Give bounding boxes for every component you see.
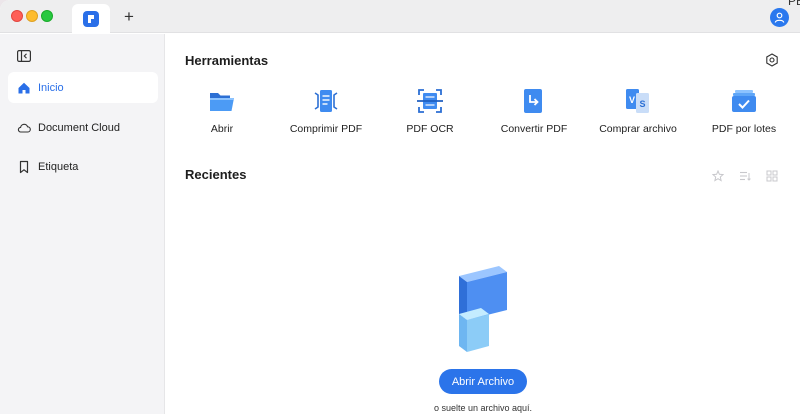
- tool-pdf-ocr[interactable]: PDF OCR: [375, 86, 485, 138]
- tools-title: Herramientas: [185, 53, 269, 68]
- sidebar-item-label: Document Cloud: [38, 121, 120, 134]
- main-content: Herramientas Abrir Comprimir PDF PDF OCR…: [166, 34, 800, 414]
- recents-title: Recientes: [185, 167, 247, 182]
- close-window-button[interactable]: [11, 10, 23, 22]
- tool-pdf-por-lotes[interactable]: PDF por lotes: [689, 86, 799, 138]
- tool-label: Comprimir PDF: [289, 123, 363, 135]
- app-window: + PE Inicio Docume: [0, 0, 800, 414]
- tool-label: PDF por lotes: [711, 123, 777, 135]
- tool-convertir-pdf[interactable]: Convertir PDF: [479, 86, 589, 138]
- tool-comprimir-pdf[interactable]: Comprimir PDF: [271, 86, 381, 138]
- bookmark-icon: [17, 160, 31, 174]
- folder-open-icon: [210, 93, 234, 111]
- tool-label: Convertir PDF: [500, 123, 568, 135]
- drop-hint-text: o suelte un archivo aquí.: [433, 403, 533, 413]
- grid-view-icon[interactable]: [766, 169, 778, 182]
- open-file-button[interactable]: Abrir Archivo: [439, 369, 527, 394]
- ocr-scan-icon: [417, 89, 443, 113]
- tool-label: Abrir: [210, 123, 234, 135]
- sidebar-item-etiqueta[interactable]: Etiqueta: [8, 151, 158, 182]
- svg-text:S: S: [640, 99, 646, 109]
- svg-text:V: V: [629, 95, 635, 105]
- title-bar: + PE: [0, 0, 800, 33]
- sidebar-item-inicio[interactable]: Inicio: [8, 72, 158, 103]
- convert-pdf-icon: [524, 89, 542, 113]
- user-account-icon[interactable]: [770, 8, 789, 27]
- batch-pdf-icon: [732, 90, 756, 112]
- app-logo-icon: [83, 10, 99, 27]
- minimize-window-button[interactable]: [26, 10, 38, 22]
- empty-recents-illustration: [459, 266, 507, 352]
- sort-list-icon[interactable]: [739, 169, 751, 181]
- new-tab-button[interactable]: +: [120, 7, 138, 27]
- compare-files-icon: V S: [626, 89, 649, 113]
- sidebar-item-label: Inicio: [38, 81, 64, 94]
- home-icon: [17, 81, 31, 95]
- tool-abrir[interactable]: Abrir: [167, 86, 277, 138]
- sidebar-toggle-icon[interactable]: [17, 49, 32, 63]
- star-filter-icon[interactable]: [711, 169, 725, 182]
- zoom-window-button[interactable]: [41, 10, 53, 22]
- tool-comprar-archivo[interactable]: V S Comprar archivo: [583, 86, 693, 138]
- cloud-icon: [17, 121, 31, 135]
- sidebar-item-document-cloud[interactable]: Document Cloud: [8, 112, 158, 143]
- tool-label: Comprar archivo: [599, 123, 677, 135]
- compress-pdf-icon: [314, 90, 338, 112]
- settings-icon[interactable]: [765, 53, 779, 67]
- corner-text: PE: [788, 0, 800, 8]
- sidebar-item-label: Etiqueta: [38, 160, 79, 173]
- home-tab[interactable]: [72, 4, 110, 33]
- tool-label: PDF OCR: [406, 123, 454, 135]
- sidebar: Inicio Document Cloud Etiqueta: [0, 34, 165, 414]
